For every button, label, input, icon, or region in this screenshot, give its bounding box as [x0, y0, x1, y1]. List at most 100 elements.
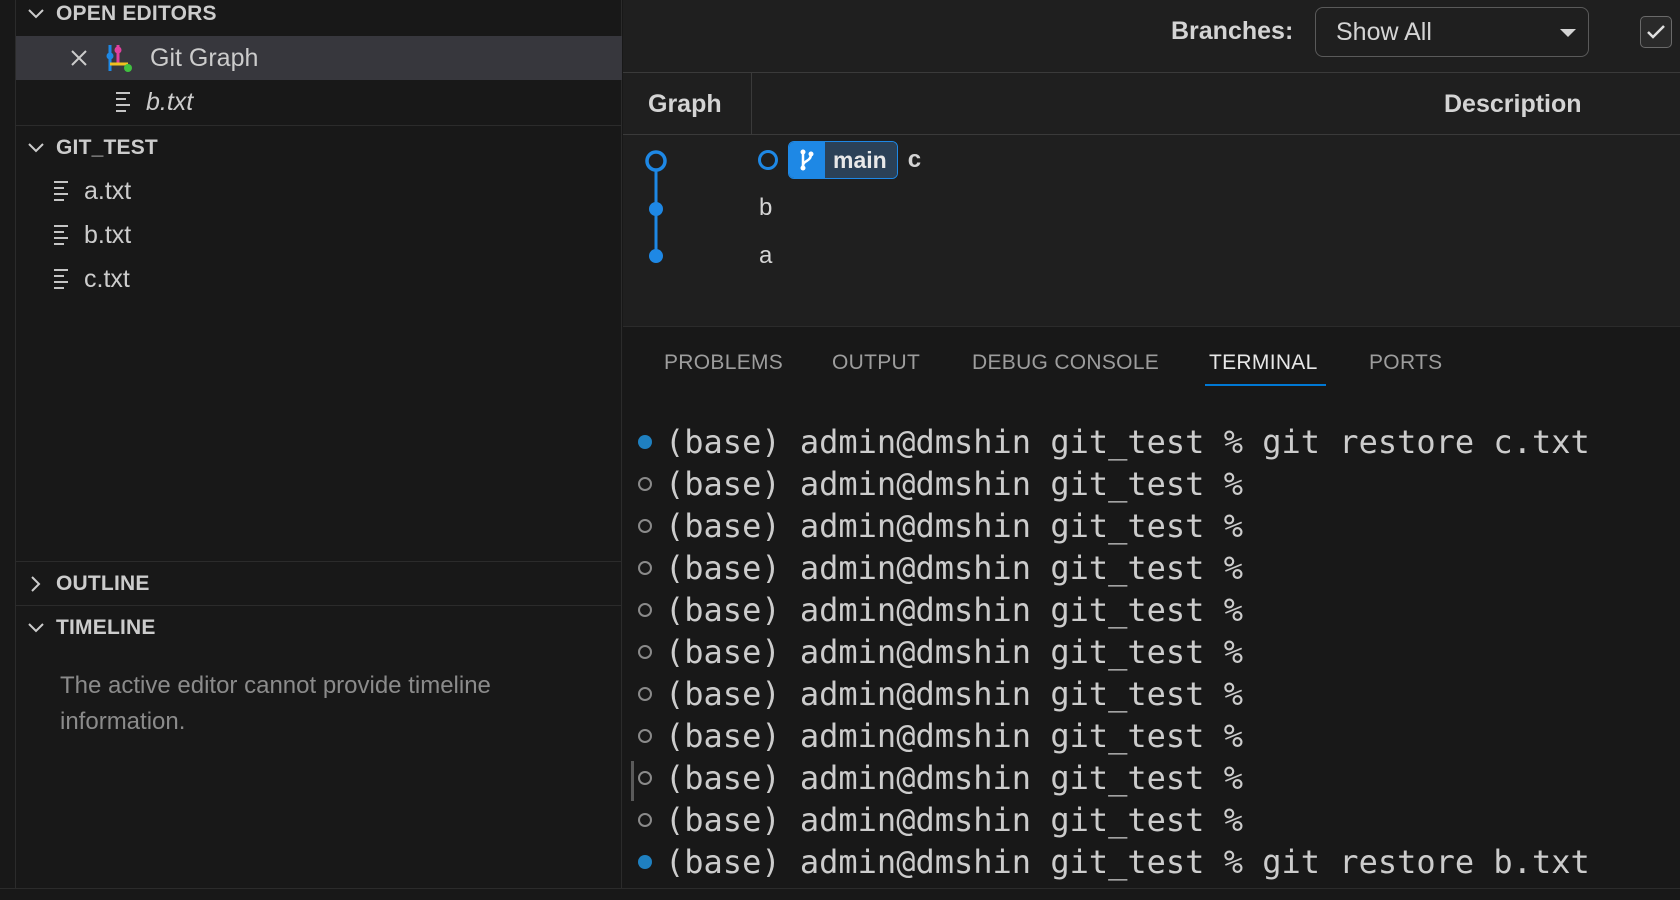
column-divider[interactable]	[751, 73, 752, 135]
file-item-c-txt[interactable]: c.txt	[16, 257, 622, 301]
activity-bar-edge	[0, 0, 16, 888]
terminal-line-text: (base) admin@dmshin git_test % git resto…	[665, 423, 1590, 461]
branches-dropdown-value: Show All	[1336, 18, 1432, 46]
chevron-down-icon	[16, 8, 56, 20]
command-decoration-icon[interactable]	[638, 813, 652, 827]
terminal-line-text: (base) admin@dmshin git_test %	[665, 591, 1243, 629]
file-lines-icon	[54, 268, 72, 290]
git-branch-icon	[789, 142, 825, 178]
status-bar	[0, 888, 1680, 900]
command-decoration-icon[interactable]	[638, 771, 652, 785]
command-decoration-icon[interactable]	[638, 561, 652, 575]
head-indicator-icon	[758, 150, 778, 170]
terminal-line: (base) admin@dmshin git_test %	[623, 715, 1680, 757]
caret-down-icon	[1560, 29, 1576, 37]
bottom-panel: PROBLEMS OUTPUT DEBUG CONSOLE TERMINAL P…	[623, 326, 1680, 888]
terminal-output[interactable]: (base) admin@dmshin git_test % git resto…	[623, 421, 1680, 883]
open-editor-git-graph[interactable]: Git Graph	[16, 36, 622, 80]
terminal-line: (base) admin@dmshin git_test %	[623, 673, 1680, 715]
chevron-down-icon	[16, 142, 56, 154]
terminal-line-text: (base) admin@dmshin git_test %	[665, 549, 1243, 587]
command-decoration-icon[interactable]	[638, 603, 652, 617]
folder-title: GIT_TEST	[56, 135, 158, 159]
commit-message: b	[759, 194, 773, 221]
outline-header[interactable]: OUTLINE	[16, 561, 622, 605]
editor-area: Branches: Show All Graph Description mai…	[623, 0, 1680, 888]
terminal-line-text: (base) admin@dmshin git_test %	[665, 759, 1243, 797]
terminal-line: (base) admin@dmshin git_test %	[623, 757, 1680, 799]
terminal-line-text: (base) admin@dmshin git_test %	[665, 507, 1243, 545]
git-graph-icon	[104, 42, 136, 74]
command-decoration-icon[interactable]	[638, 729, 652, 743]
graph-node	[649, 249, 663, 263]
terminal-line: (base) admin@dmshin git_test % git resto…	[623, 841, 1680, 883]
open-editors-header[interactable]: OPEN EDITORS	[16, 0, 622, 36]
tab-debug-console[interactable]: DEBUG CONSOLE	[972, 351, 1159, 375]
open-editor-b-txt[interactable]: b.txt	[16, 80, 622, 124]
open-editors-title: OPEN EDITORS	[56, 2, 217, 25]
graph-node	[649, 202, 663, 216]
file-lines-icon	[116, 91, 134, 113]
timeline-header[interactable]: TIMELINE	[16, 605, 622, 649]
terminal-line-text: (base) admin@dmshin git_test %	[665, 801, 1243, 839]
tab-output[interactable]: OUTPUT	[832, 351, 920, 375]
graph-node-head	[645, 150, 667, 172]
terminal-line: (base) admin@dmshin git_test %	[623, 505, 1680, 547]
explorer-sidebar: OPEN EDITORS Git Graph b.txt GIT_TEST a.…	[0, 0, 622, 888]
commit-message: a	[759, 242, 773, 269]
terminal-line: (base) admin@dmshin git_test %	[623, 547, 1680, 589]
checkmark-icon	[1647, 25, 1665, 39]
show-remote-checkbox[interactable]	[1640, 16, 1672, 48]
command-decoration-icon[interactable]	[638, 855, 652, 869]
terminal-line-text: (base) admin@dmshin git_test % git resto…	[665, 843, 1590, 881]
outline-title: OUTLINE	[56, 571, 150, 595]
command-decoration-icon[interactable]	[638, 687, 652, 701]
commit-row[interactable]: main c	[758, 138, 921, 182]
branches-label: Branches:	[1171, 17, 1294, 45]
active-tab-indicator	[1205, 384, 1326, 386]
chevron-right-icon	[16, 575, 56, 593]
timeline-title: TIMELINE	[56, 615, 156, 639]
terminal-line-text: (base) admin@dmshin git_test %	[665, 675, 1243, 713]
tab-problems[interactable]: PROBLEMS	[664, 351, 783, 375]
folder-header[interactable]: GIT_TEST	[16, 125, 622, 169]
commit-row[interactable]: a	[759, 234, 772, 278]
description-column-header[interactable]: Description	[1444, 90, 1582, 119]
file-lines-icon	[54, 224, 72, 246]
command-decoration-icon[interactable]	[638, 477, 652, 491]
open-editor-label: b.txt	[146, 87, 194, 116]
terminal-line-text: (base) admin@dmshin git_test %	[665, 717, 1243, 755]
tab-ports[interactable]: PORTS	[1369, 351, 1442, 375]
terminal-line: (base) admin@dmshin git_test %	[623, 589, 1680, 631]
git-graph-table-header: Graph Description	[623, 73, 1680, 135]
close-icon[interactable]	[66, 49, 92, 67]
file-label: b.txt	[84, 220, 132, 249]
panel-tabs: PROBLEMS OUTPUT DEBUG CONSOLE TERMINAL P…	[623, 327, 1680, 387]
tab-terminal[interactable]: TERMINAL	[1209, 351, 1318, 375]
file-label: a.txt	[84, 176, 132, 205]
terminal-line: (base) admin@dmshin git_test %	[623, 631, 1680, 673]
timeline-empty-message: The active editor cannot provide timelin…	[60, 672, 491, 735]
file-item-b-txt[interactable]: b.txt	[16, 213, 622, 257]
commit-graph	[645, 150, 667, 263]
commit-row[interactable]: b	[759, 186, 772, 230]
graph-column-header[interactable]: Graph	[648, 90, 722, 119]
git-graph-toolbar: Branches: Show All	[623, 0, 1680, 73]
terminal-line: (base) admin@dmshin git_test %	[623, 463, 1680, 505]
terminal-line: (base) admin@dmshin git_test % git resto…	[623, 421, 1680, 463]
branch-badge[interactable]: main	[788, 141, 898, 179]
commit-message: c	[907, 146, 922, 173]
file-item-a-txt[interactable]: a.txt	[16, 169, 622, 213]
open-editor-label: Git Graph	[150, 43, 259, 72]
command-decoration-icon[interactable]	[638, 645, 652, 659]
branch-name: main	[825, 142, 897, 178]
terminal-line-text: (base) admin@dmshin git_test %	[665, 465, 1243, 503]
file-label: c.txt	[84, 264, 130, 293]
command-decoration-icon[interactable]	[638, 519, 652, 533]
terminal-line: (base) admin@dmshin git_test %	[623, 799, 1680, 841]
terminal-line-text: (base) admin@dmshin git_test %	[665, 633, 1243, 671]
branches-dropdown[interactable]: Show All	[1315, 7, 1589, 57]
command-decoration-icon[interactable]	[638, 435, 652, 449]
chevron-down-icon	[16, 622, 56, 634]
file-lines-icon	[54, 180, 72, 202]
